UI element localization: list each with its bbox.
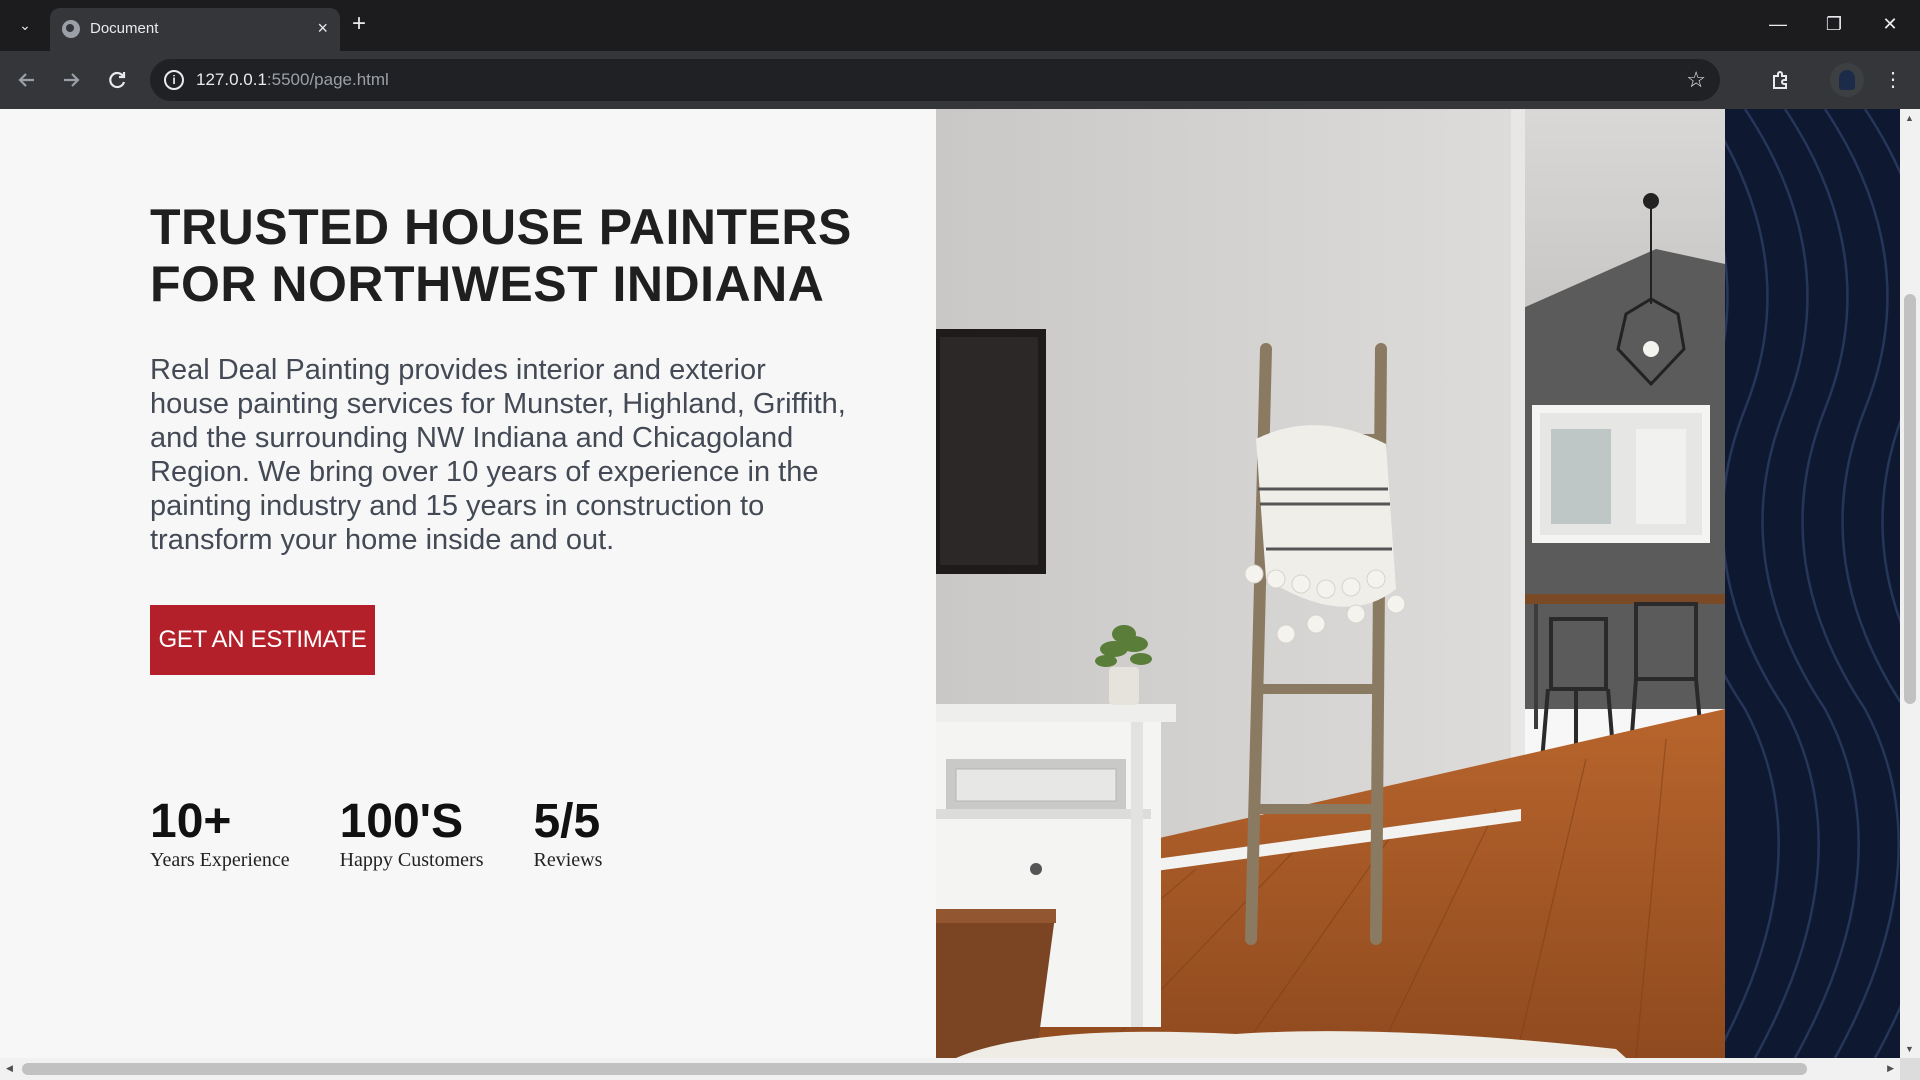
- browser-tab-bar: ⌄ Document × + — ❐ ✕: [0, 0, 1920, 51]
- stats-row: 10+ Years Experience 100'S Happy Custome…: [150, 797, 652, 872]
- new-tab-button[interactable]: +: [352, 10, 366, 38]
- tab-title: Document: [90, 20, 159, 37]
- site-info-icon[interactable]: i: [164, 70, 184, 90]
- page-viewport: TRUSTED HOUSE PAINTERS FOR NORTHWEST IND…: [0, 109, 1900, 1058]
- interior-room-photo: [936, 109, 1725, 1058]
- stat-label: Reviews: [533, 849, 603, 871]
- headline-line-2: FOR NORTHWEST INDIANA: [150, 256, 825, 312]
- close-window-icon[interactable]: ✕: [1870, 10, 1910, 38]
- profile-avatar[interactable]: [1830, 63, 1864, 97]
- stat-reviews: 5/5 Reviews: [533, 797, 602, 872]
- extensions-icon[interactable]: [1766, 65, 1796, 95]
- navy-wave-pattern: [1725, 109, 1900, 1058]
- horizontal-scrollbar[interactable]: ◀ ▶: [0, 1058, 1900, 1080]
- browser-tab[interactable]: Document ×: [50, 8, 340, 51]
- browser-toolbar: i 127.0.0.1:5500/page.html ☆ ⋮: [0, 51, 1920, 109]
- tab-close-icon[interactable]: ×: [317, 17, 328, 39]
- stat-customers: 100'S Happy Customers: [340, 797, 484, 872]
- hero-headline: TRUSTED HOUSE PAINTERS FOR NORTHWEST IND…: [150, 199, 870, 313]
- stat-value: 5/5: [533, 795, 601, 848]
- scroll-up-arrow-icon[interactable]: ▲: [1905, 113, 1914, 123]
- globe-icon: [62, 20, 80, 38]
- headline-line-1: TRUSTED HOUSE PAINTERS: [150, 199, 852, 255]
- forward-icon[interactable]: [56, 65, 86, 95]
- vertical-scroll-thumb[interactable]: [1904, 294, 1916, 704]
- stat-experience: 10+ Years Experience: [150, 797, 290, 872]
- stat-label: Happy Customers: [339, 849, 484, 871]
- get-estimate-button[interactable]: GET AN ESTIMATE: [150, 605, 375, 675]
- restore-icon[interactable]: ❐: [1814, 10, 1854, 38]
- horizontal-scroll-thumb[interactable]: [22, 1063, 1807, 1075]
- scroll-down-arrow-icon[interactable]: ▼: [1905, 1044, 1914, 1054]
- tab-search-chevron-icon[interactable]: ⌄: [10, 12, 40, 38]
- url-path: :5500/page.html: [266, 70, 389, 89]
- scrollbar-corner: [1900, 1058, 1920, 1080]
- hero-text: TRUSTED HOUSE PAINTERS FOR NORTHWEST IND…: [150, 199, 870, 557]
- scroll-left-arrow-icon[interactable]: ◀: [6, 1063, 13, 1074]
- stat-label: Years Experience: [150, 849, 290, 871]
- bookmark-star-icon[interactable]: ☆: [1686, 67, 1706, 93]
- vertical-scrollbar[interactable]: ▲ ▼: [1900, 109, 1920, 1058]
- reload-icon[interactable]: [102, 65, 132, 95]
- address-bar[interactable]: i 127.0.0.1:5500/page.html ☆: [150, 59, 1720, 101]
- scroll-right-arrow-icon[interactable]: ▶: [1887, 1063, 1894, 1074]
- hero-intro: Real Deal Painting provides interior and…: [150, 354, 846, 556]
- minimize-icon[interactable]: —: [1758, 10, 1798, 38]
- back-icon[interactable]: [12, 65, 42, 95]
- stat-value: 10+: [150, 795, 232, 848]
- url-host: 127.0.0.1: [196, 70, 267, 89]
- menu-icon[interactable]: ⋮: [1878, 65, 1908, 95]
- stat-value: 100'S: [339, 795, 464, 848]
- url-text[interactable]: 127.0.0.1:5500/page.html: [196, 70, 389, 90]
